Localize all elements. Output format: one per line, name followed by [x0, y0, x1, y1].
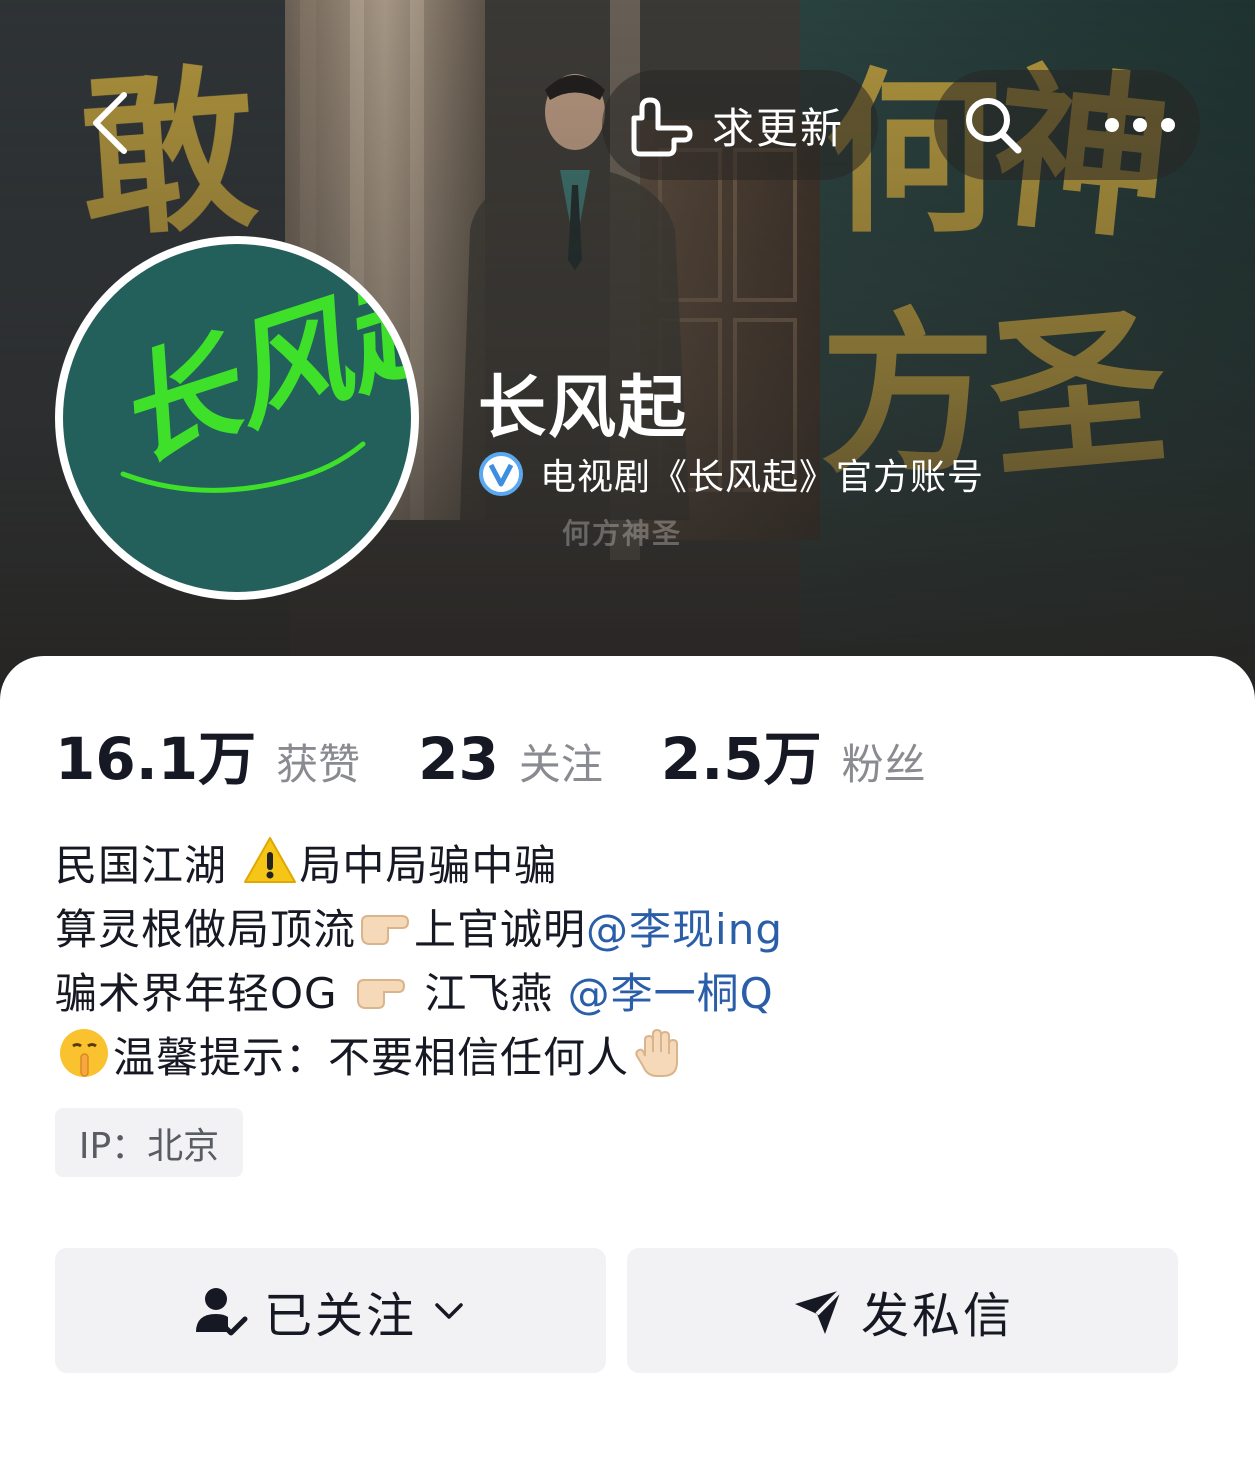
- user-check-icon: [195, 1287, 248, 1335]
- bio-line: 温馨提示：不要相信任何人: [55, 1026, 783, 1090]
- bio-line: 民国江湖 局中局骗中骗: [55, 834, 783, 898]
- bio-text: 民国江湖: [55, 841, 242, 890]
- stat-likes-value: 16.1万: [55, 725, 257, 793]
- toolbar-pill: [934, 70, 1200, 180]
- verified-badge-icon: [479, 452, 523, 496]
- avatar[interactable]: 长风起: [55, 236, 419, 600]
- profile-banner: 敢 何 神 方 圣 求更新 长风起: [0, 0, 1255, 700]
- stat-followers[interactable]: 2.5万 粉丝: [661, 712, 926, 796]
- bio-text: 上官诚明: [414, 905, 587, 954]
- chevron-left-icon[interactable]: [78, 85, 154, 161]
- banner-subtitle: 何方神圣: [562, 517, 683, 550]
- send-message-label: 发私信: [860, 1287, 1014, 1344]
- warning-icon: [244, 837, 297, 883]
- request-update-button[interactable]: 求更新: [602, 70, 878, 180]
- request-update-label: 求更新: [712, 103, 845, 153]
- bio-text: 算灵根做局顶流: [55, 905, 357, 954]
- more-dots-icon[interactable]: [1102, 105, 1178, 145]
- stat-following[interactable]: 23 关注: [418, 725, 603, 793]
- stat-likes[interactable]: 16.1万 获赞: [55, 712, 360, 796]
- pointing-right-icon: [361, 915, 410, 945]
- stat-likes-label: 获赞: [276, 740, 361, 789]
- followed-label: 已关注: [263, 1287, 417, 1344]
- avatar-logo: 长风起: [99, 244, 411, 493]
- bio: 民国江湖 局中局骗中骗 算灵根做局顶流 上官诚明@李现ing 骗术界年轻OG 江…: [55, 834, 783, 1090]
- bio-line: 算灵根做局顶流 上官诚明@李现ing: [55, 898, 783, 962]
- verified-text: 电视剧《长风起》官方账号: [540, 457, 985, 498]
- bio-text: 江飞燕: [409, 969, 568, 1018]
- ip-location-tag: IP：北京: [55, 1108, 243, 1177]
- pointing-right-icon: [356, 979, 405, 1009]
- stat-followers-label: 粉丝: [841, 740, 926, 789]
- bio-text: 温馨提示：不要相信任何人: [113, 1033, 630, 1082]
- send-message-button[interactable]: 发私信: [627, 1248, 1178, 1373]
- shushing-face-icon: [60, 1029, 108, 1077]
- bio-text: 骗术界年轻OG: [55, 969, 352, 1018]
- profile-name: 长风起: [478, 369, 689, 448]
- chevron-down-icon: [435, 1302, 463, 1319]
- send-icon: [794, 1288, 843, 1334]
- stat-following-value: 23: [418, 725, 499, 793]
- stat-followers-value: 2.5万: [660, 725, 822, 793]
- waving-hand-icon: [635, 1028, 679, 1077]
- verified-row: 电视剧《长风起》官方账号: [478, 448, 984, 500]
- search-icon[interactable]: [960, 92, 1026, 158]
- stats-row: 16.1万 获赞 23 关注 2.5万 粉丝: [55, 712, 984, 793]
- stat-following-label: 关注: [518, 740, 603, 789]
- followed-button[interactable]: 已关注: [55, 1248, 606, 1373]
- pointing-hand-icon: [631, 97, 693, 157]
- mention-link[interactable]: @李现ing: [586, 905, 783, 954]
- mention-link[interactable]: @李一桐Q: [568, 969, 774, 1018]
- bio-line: 骗术界年轻OG 江飞燕 @李一桐Q: [55, 962, 783, 1026]
- bio-text: 局中局骗中骗: [299, 841, 558, 890]
